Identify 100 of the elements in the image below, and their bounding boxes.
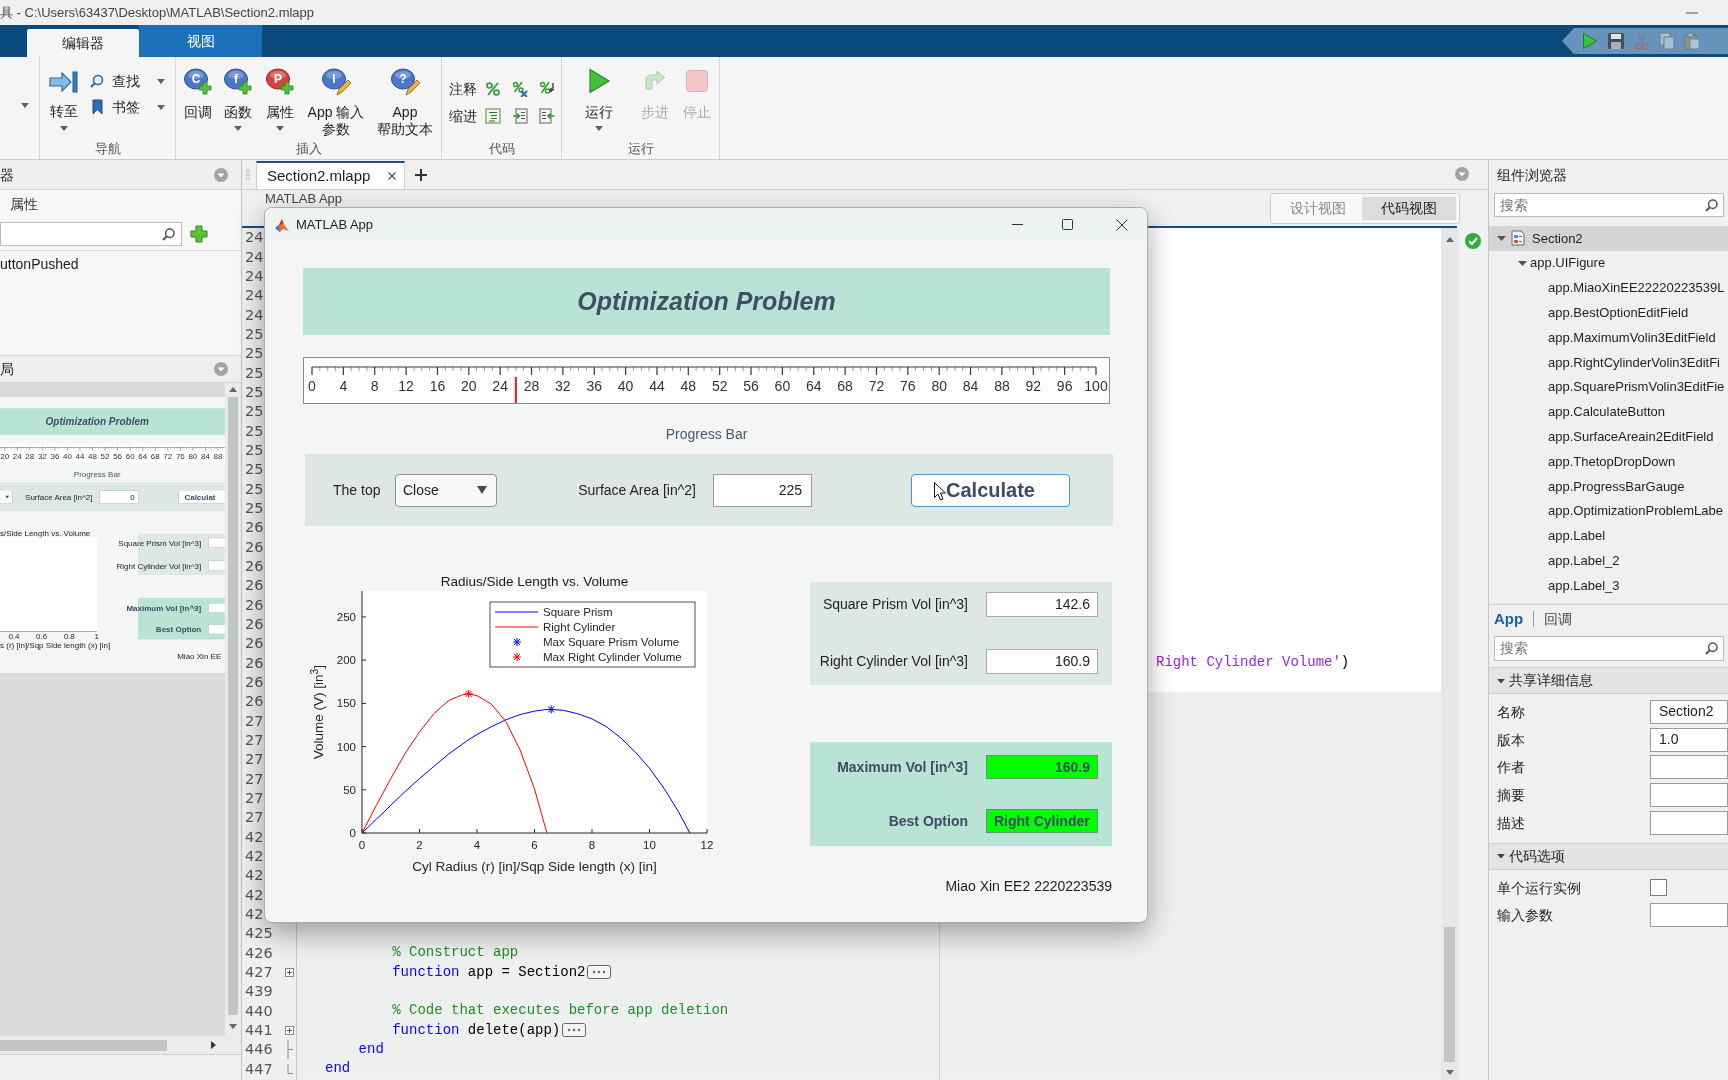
x-tick-label: 0.6 bbox=[36, 632, 48, 641]
gauge-tick-label: 56 bbox=[743, 378, 759, 394]
code-line: function app = Section2 bbox=[392, 962, 586, 982]
output-label: Right Cylinder Vol [in^3] bbox=[116, 560, 202, 572]
x-tick-label: 0.8 bbox=[63, 632, 75, 641]
line-number: 24 bbox=[245, 230, 264, 245]
x-axis-label: s (r) [in]/Sqp Side length (x) [in] bbox=[0, 640, 111, 650]
gauge-tick-label: 0 bbox=[308, 378, 316, 394]
gauge-tick-label: 92 bbox=[1025, 378, 1042, 394]
gauge-tick-label: 52 bbox=[711, 378, 728, 394]
window-title: 具 - C:\Users\63437\Desktop\MATLAB\Section2.mlapp bbox=[0, 6, 315, 19]
x-tick-label: 0.4 bbox=[8, 632, 20, 641]
line-number: 439 bbox=[245, 984, 273, 999]
line-number: 26 bbox=[245, 578, 264, 593]
gauge-tick-label: 56 bbox=[113, 452, 123, 462]
gauge-tick-label: 44 bbox=[649, 378, 665, 394]
y-tick-label: 0 bbox=[349, 827, 356, 839]
line-number: 26 bbox=[245, 539, 264, 555]
line-number: 25 bbox=[245, 443, 264, 458]
gauge-tick-label: 88 bbox=[213, 452, 223, 462]
line-number: 42 bbox=[245, 868, 264, 883]
line-number: 26 bbox=[245, 597, 264, 613]
app-heading: Optimization Problem bbox=[45, 414, 149, 429]
x-tick-label: 0 bbox=[358, 839, 366, 851]
gauge-tick-label: 88 bbox=[994, 378, 1010, 394]
gauge-tick-label: 36 bbox=[50, 452, 60, 462]
line-number: 25 bbox=[245, 423, 264, 439]
output-label: Right Cylinder Vol [in^3] bbox=[819, 652, 968, 671]
panel-title: 局 bbox=[0, 362, 14, 376]
group-label: 插入 bbox=[295, 142, 322, 159]
gauge-tick-label: 8 bbox=[370, 378, 379, 394]
field-label: The top bbox=[333, 482, 381, 498]
code-line: end bbox=[358, 1039, 384, 1059]
line-number: 24 bbox=[245, 269, 264, 284]
output-label: Best Option bbox=[155, 624, 202, 636]
gauge-tick-label: 12 bbox=[398, 378, 414, 394]
row-label: 注释 bbox=[449, 80, 477, 98]
legend-label: Square Prism bbox=[543, 606, 613, 618]
line-number: 27 bbox=[245, 732, 264, 748]
gauge-tick-label: 100 bbox=[1084, 378, 1108, 394]
line-number: 27 bbox=[245, 713, 264, 729]
line-number: 447 bbox=[245, 1061, 273, 1076]
field-label: 单个运行实例 bbox=[1497, 879, 1581, 896]
line-number: 441 bbox=[245, 1022, 273, 1038]
gauge-tick-label: 76 bbox=[175, 452, 185, 462]
gauge-tick-label: 20 bbox=[0, 452, 10, 462]
gauge-tick-label: 64 bbox=[138, 452, 148, 462]
gauge-tick-label: 4 bbox=[339, 378, 348, 394]
line-number: 26 bbox=[245, 655, 264, 671]
gauge-tick-label: 28 bbox=[523, 378, 540, 394]
panel-title: 器 bbox=[0, 167, 14, 182]
code-line: Right Cylinder Volume') bbox=[1156, 653, 1350, 673]
gauge-tick-label: 32 bbox=[37, 452, 47, 462]
line-number: 26 bbox=[245, 694, 264, 709]
gauge-tick-label: 48 bbox=[680, 378, 697, 394]
gauge-tick-label: 16 bbox=[429, 378, 446, 394]
y-tick-label: 200 bbox=[336, 654, 356, 667]
line-number: 25 bbox=[245, 404, 264, 419]
line-number: 26 bbox=[245, 674, 264, 690]
line-number: 26 bbox=[245, 616, 264, 632]
row-label: 缩进 bbox=[449, 107, 477, 125]
panel-title: 组件浏览器 bbox=[1497, 165, 1567, 185]
chart-title: Radius/Side Length vs. Volume bbox=[440, 574, 629, 589]
line-number: 426 bbox=[245, 945, 273, 961]
gauge-tick-label: 44 bbox=[75, 452, 85, 462]
line-number: 26 bbox=[245, 559, 264, 574]
gauge-tick-label: 96 bbox=[1056, 378, 1073, 394]
field-label: 名称 bbox=[1497, 703, 1525, 720]
gauge-label: Progress Bar bbox=[665, 424, 748, 444]
gauge-tick-label: 28 bbox=[25, 452, 35, 462]
field-label: Surface Area [in^2] bbox=[578, 480, 696, 500]
line-number: 42 bbox=[245, 829, 264, 845]
line-number: 24 bbox=[245, 288, 264, 303]
gauge-tick-label: 76 bbox=[900, 378, 916, 394]
line-number: 27 bbox=[245, 790, 264, 806]
gauge-tick-label: 80 bbox=[188, 452, 198, 462]
x-tick-label: 8 bbox=[588, 839, 596, 851]
line-number: 26 bbox=[245, 636, 264, 651]
y-tick-label: 100 bbox=[336, 740, 356, 753]
line-number: 42 bbox=[245, 906, 264, 922]
field-label: 版本 bbox=[1497, 731, 1525, 748]
line-number: 42 bbox=[245, 848, 264, 864]
gauge-label: Progress Bar bbox=[73, 470, 121, 479]
code-line: end bbox=[325, 1059, 351, 1079]
y-tick-label: 150 bbox=[336, 697, 356, 710]
line-number: 25 bbox=[245, 462, 264, 477]
chart-title: s/Side Length vs. Volume bbox=[0, 529, 91, 537]
line-number: 25 bbox=[245, 481, 264, 497]
line-number: 25 bbox=[245, 501, 264, 516]
output-label: Square Prism Vol [in^3] bbox=[118, 537, 202, 549]
line-number: 25 bbox=[245, 365, 264, 381]
code-line: function delete(app) bbox=[392, 1020, 561, 1040]
window-title: MATLAB App bbox=[296, 215, 374, 234]
x-tick-label: 10 bbox=[643, 839, 656, 851]
legend-label: Right Cylinder bbox=[543, 621, 616, 633]
line-number: 24 bbox=[245, 307, 264, 323]
gauge-tick-label: 32 bbox=[555, 378, 571, 394]
gauge-tick-label: 60 bbox=[125, 452, 135, 462]
code-line: % Code that executes before app deletion bbox=[392, 1001, 729, 1021]
gauge-tick-label: 60 bbox=[774, 378, 791, 394]
